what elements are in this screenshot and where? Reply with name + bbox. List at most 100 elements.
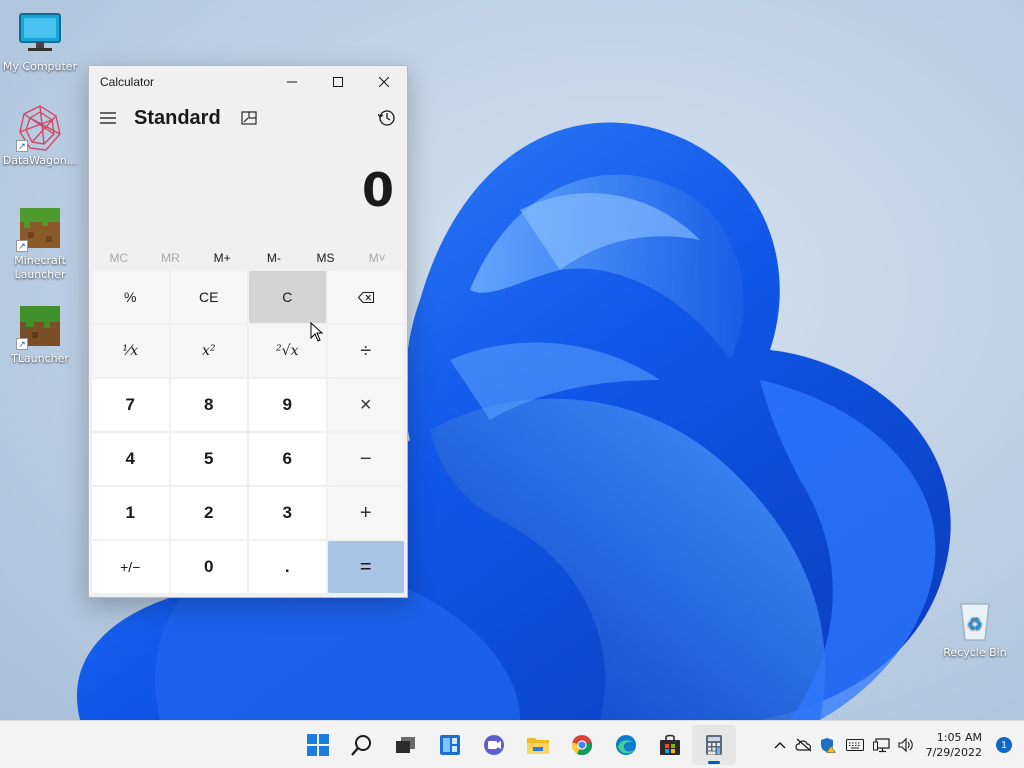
task-view-icon xyxy=(396,737,415,753)
memory-store-button[interactable]: MS xyxy=(300,251,352,265)
file-explorer-icon xyxy=(527,738,549,754)
security-button[interactable] xyxy=(816,730,840,760)
chrome-button[interactable] xyxy=(560,725,604,765)
mouse-cursor-icon xyxy=(310,322,324,342)
chat-icon xyxy=(484,735,504,755)
search-button[interactable] xyxy=(340,725,384,765)
keypad: % CE C ¹⁄x x² ²√x ÷ 7 8 9 × 4 5 6 − 1 2 … xyxy=(92,271,406,593)
title-bar[interactable]: Calculator xyxy=(89,66,407,98)
backspace-key[interactable] xyxy=(327,271,404,323)
history-icon xyxy=(378,110,395,126)
digit-2-key[interactable]: 2 xyxy=(170,487,247,539)
reciprocal-key[interactable]: ¹⁄x xyxy=(92,325,169,377)
chat-button[interactable] xyxy=(472,725,516,765)
result-display: 0 xyxy=(361,163,394,217)
clock-date: 7/29/2022 xyxy=(925,746,982,759)
taskbar-apps xyxy=(296,721,736,768)
subtract-key[interactable]: − xyxy=(327,433,404,485)
chrome-icon xyxy=(572,735,593,756)
reciprocal-label: ¹⁄x xyxy=(122,343,139,359)
clock-button[interactable]: 1:05 AM 7/29/2022 xyxy=(918,730,990,760)
keyboard-icon xyxy=(845,739,864,751)
svg-text:♻: ♻ xyxy=(967,614,983,635)
network-button[interactable] xyxy=(870,730,894,760)
backspace-icon xyxy=(357,291,374,303)
datawagon-icon: ↗ xyxy=(16,104,64,152)
edge-button[interactable] xyxy=(604,725,648,765)
calculator-mode-title: Standard xyxy=(134,106,221,129)
shortcut-arrow-icon: ↗ xyxy=(16,338,28,350)
close-icon xyxy=(379,77,389,87)
negate-key[interactable]: +/− xyxy=(92,541,169,593)
square-key[interactable]: x² xyxy=(170,325,247,377)
volume-button[interactable] xyxy=(894,730,918,760)
desktop-icon-label: TLauncher xyxy=(11,352,69,365)
add-key[interactable]: + xyxy=(327,487,404,539)
square-root-label: ²√x xyxy=(276,343,299,359)
monitor-icon xyxy=(16,10,64,58)
edge-icon xyxy=(616,735,636,755)
memory-recall-button[interactable]: MR xyxy=(145,251,197,265)
start-button[interactable] xyxy=(296,725,340,765)
desktop-icon-recycle-bin[interactable]: ♻ Recycle Bin xyxy=(935,596,1015,660)
digit-8-key[interactable]: 8 xyxy=(170,379,247,431)
shortcut-arrow-icon: ↗ xyxy=(16,240,28,252)
keyboard-button[interactable] xyxy=(840,730,870,760)
window-title: Calculator xyxy=(100,75,155,89)
clock-time: 1:05 AM xyxy=(936,731,982,744)
digit-9-key[interactable]: 9 xyxy=(249,379,326,431)
desktop-icon-label: My Computer xyxy=(2,60,78,73)
speaker-icon xyxy=(898,737,913,753)
decimal-key[interactable]: . xyxy=(249,541,326,593)
memory-subtract-button[interactable]: M- xyxy=(248,251,300,265)
onedrive-button[interactable] xyxy=(792,730,816,760)
calculator-taskbar-button[interactable] xyxy=(692,725,736,765)
digit-4-key[interactable]: 4 xyxy=(92,433,169,485)
equals-key[interactable]: = xyxy=(327,541,404,593)
desktop-icon-label: DataWagon... xyxy=(2,154,78,167)
taskbar: 1:05 AM 7/29/2022 1 xyxy=(0,720,1024,768)
store-icon xyxy=(660,734,680,755)
start-icon xyxy=(307,734,329,756)
digit-0-key[interactable]: 0 xyxy=(170,541,247,593)
history-button[interactable] xyxy=(377,108,397,128)
maximize-button[interactable] xyxy=(315,66,361,98)
show-hidden-icons-button[interactable] xyxy=(768,730,792,760)
shield-warning-icon xyxy=(820,738,836,753)
digit-7-key[interactable]: 7 xyxy=(92,379,169,431)
digit-5-key[interactable]: 5 xyxy=(170,433,247,485)
multiply-key[interactable]: × xyxy=(327,379,404,431)
desktop-icon-tlauncher[interactable]: ↗ TLauncher xyxy=(0,302,80,366)
desktop-icon-datawagon[interactable]: ↗ DataWagon... xyxy=(0,104,80,168)
percent-key[interactable]: % xyxy=(92,271,169,323)
task-view-button[interactable] xyxy=(384,725,428,765)
widgets-icon xyxy=(440,735,460,755)
calculator-window: Calculator Standard 0 MC MR M+ M- MS M˅ … xyxy=(88,65,408,598)
minimize-button[interactable] xyxy=(269,66,315,98)
digit-1-key[interactable]: 1 xyxy=(92,487,169,539)
navigation-menu-button[interactable] xyxy=(89,98,127,138)
digit-3-key[interactable]: 3 xyxy=(249,487,326,539)
system-tray: 1:05 AM 7/29/2022 1 xyxy=(768,721,1024,768)
notification-badge[interactable]: 1 xyxy=(996,737,1012,753)
store-button[interactable] xyxy=(648,725,692,765)
recycle-bin-icon: ♻ xyxy=(951,596,999,644)
hamburger-icon xyxy=(100,112,116,124)
calculator-icon xyxy=(706,735,722,755)
keep-on-top-button[interactable] xyxy=(239,108,259,128)
divide-key[interactable]: ÷ xyxy=(327,325,404,377)
close-button[interactable] xyxy=(361,66,407,98)
minimize-icon xyxy=(287,81,297,83)
memory-list-button[interactable]: M˅ xyxy=(351,251,403,265)
desktop-icon-my-computer[interactable]: My Computer xyxy=(0,10,80,74)
digit-6-key[interactable]: 6 xyxy=(249,433,326,485)
clear-entry-key[interactable]: CE xyxy=(170,271,247,323)
memory-clear-button[interactable]: MC xyxy=(93,251,145,265)
widgets-button[interactable] xyxy=(428,725,472,765)
file-explorer-button[interactable] xyxy=(516,725,560,765)
clear-key[interactable]: C xyxy=(249,271,326,323)
memory-add-button[interactable]: M+ xyxy=(196,251,248,265)
desktop-icon-minecraft-launcher[interactable]: ↗ Minecraft Launcher xyxy=(0,204,80,282)
calculator-header: Standard xyxy=(89,98,407,138)
chevron-up-icon xyxy=(774,742,786,749)
